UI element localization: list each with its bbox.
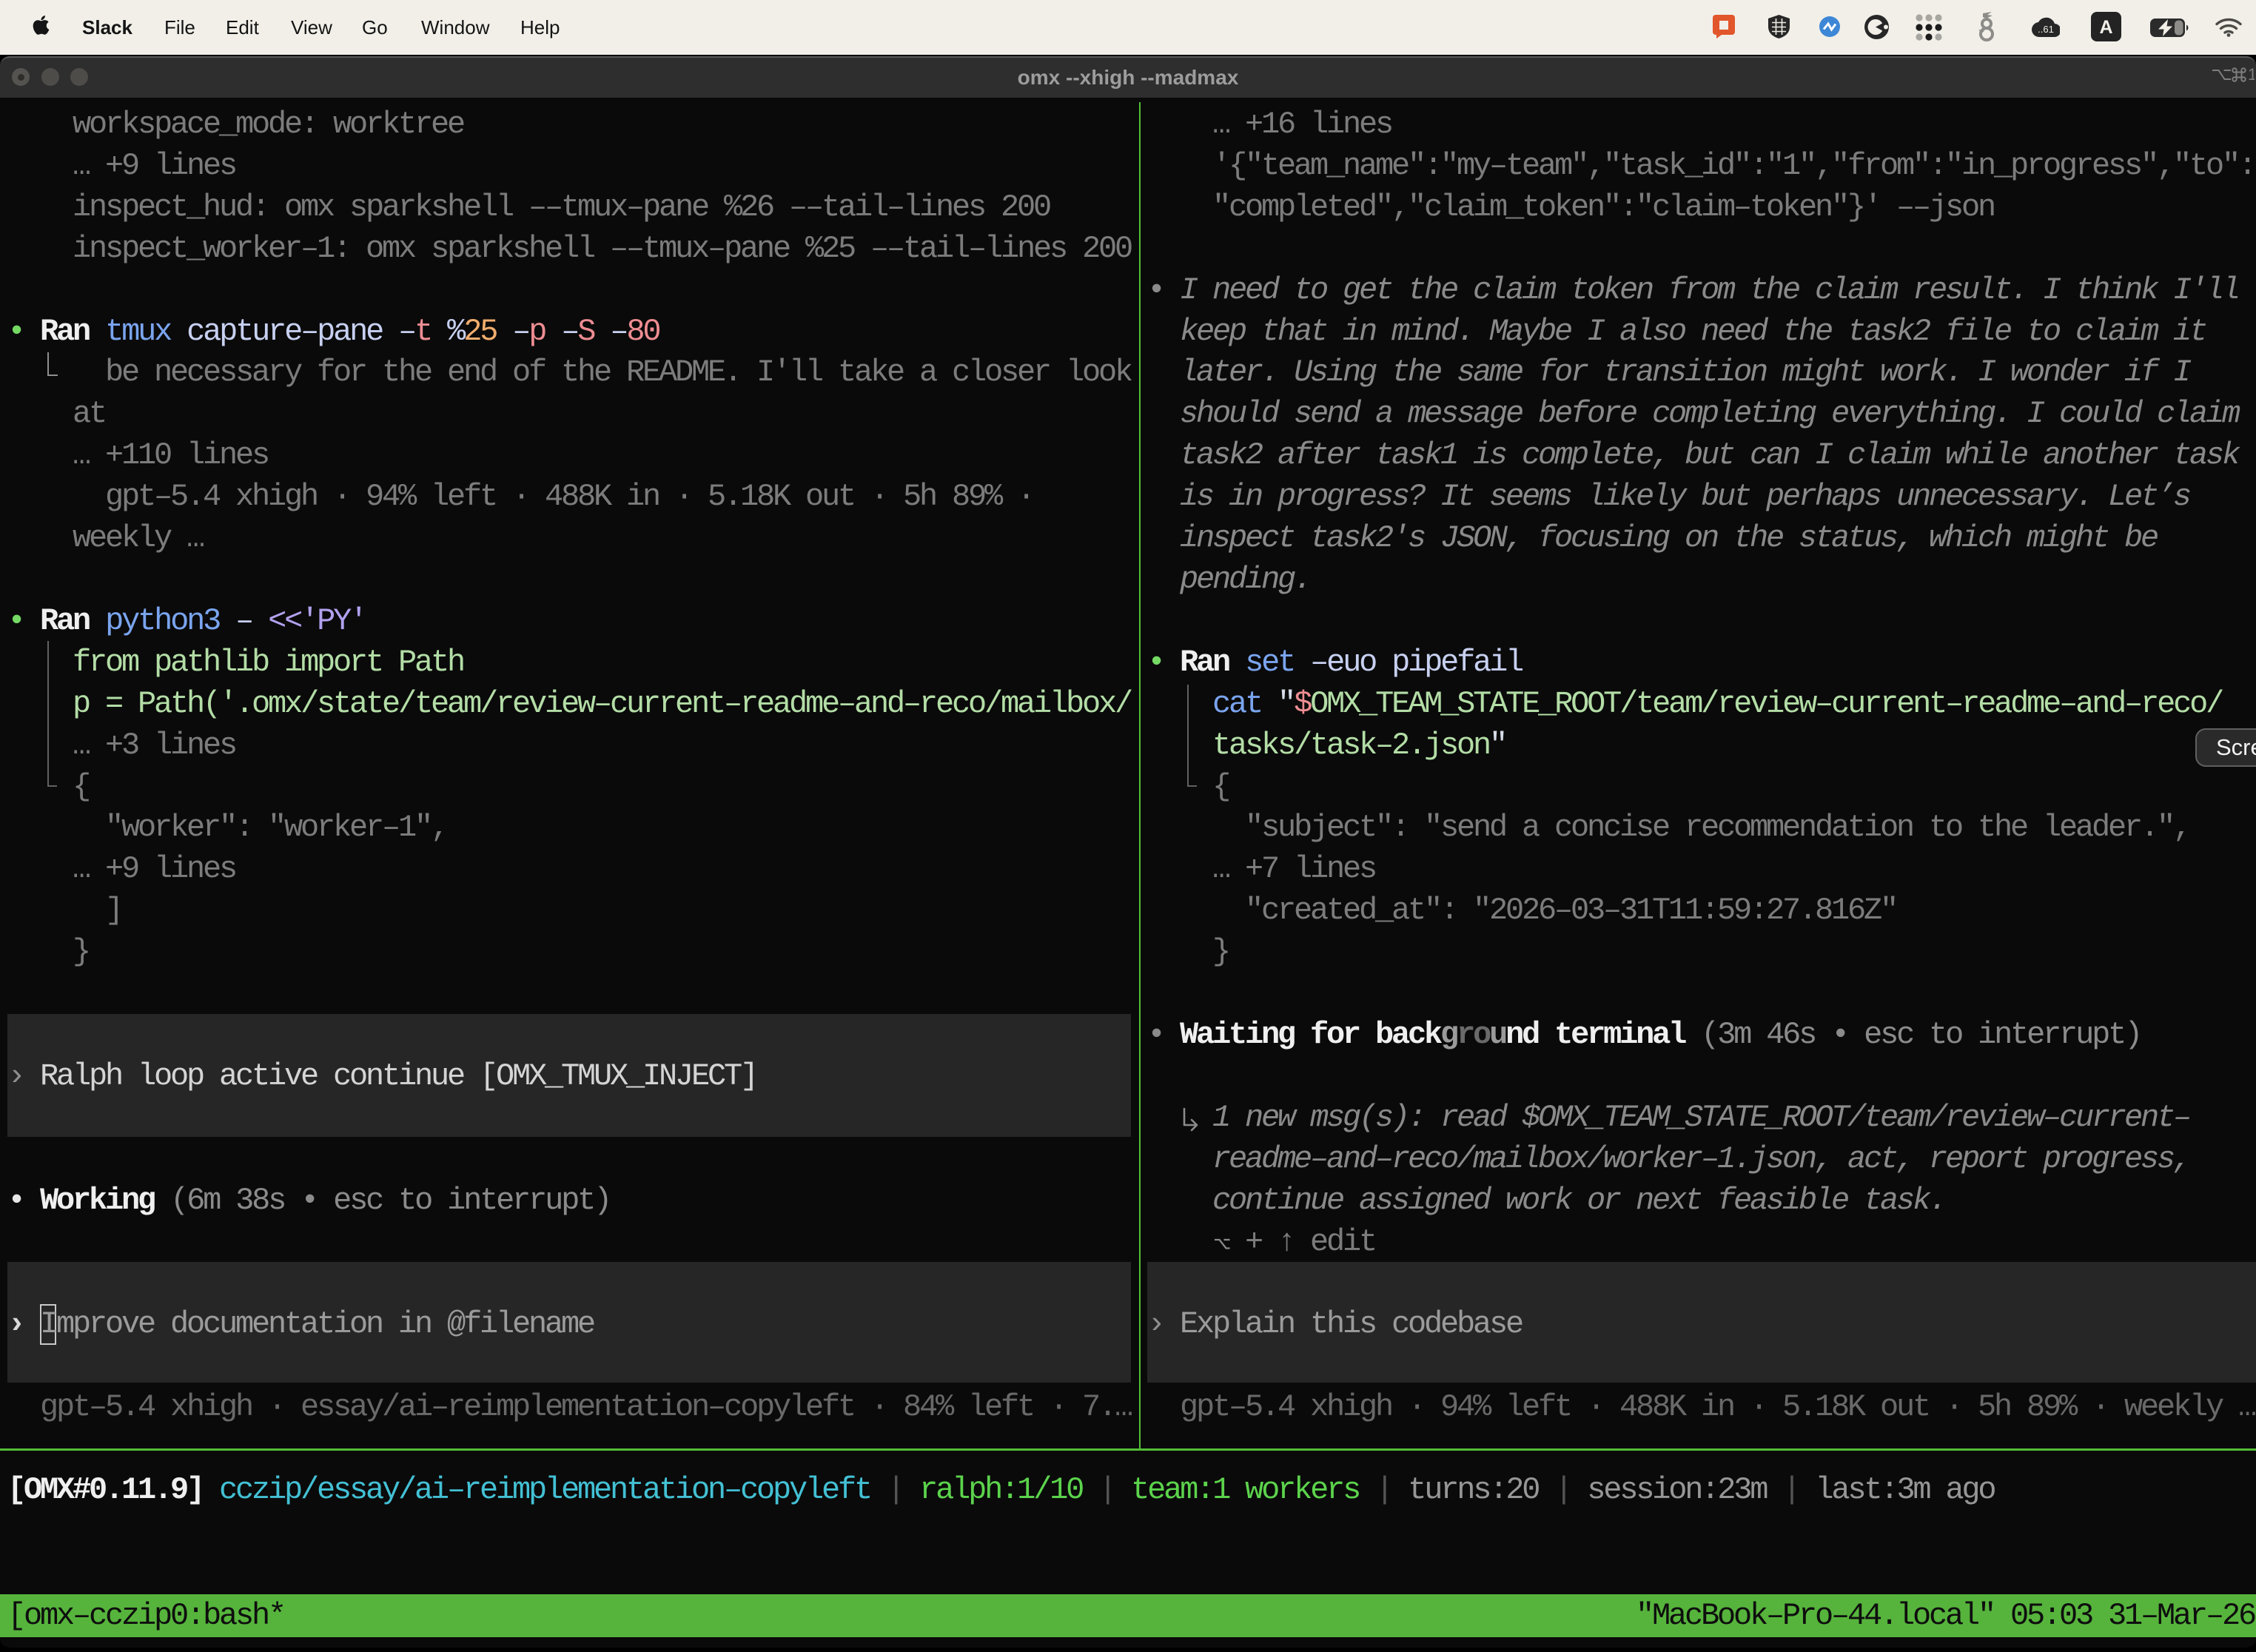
- svg-text:1: 1: [2248, 65, 2255, 84]
- svg-text:A: A: [2099, 17, 2112, 38]
- svg-text:..61: ..61: [2038, 24, 2054, 35]
